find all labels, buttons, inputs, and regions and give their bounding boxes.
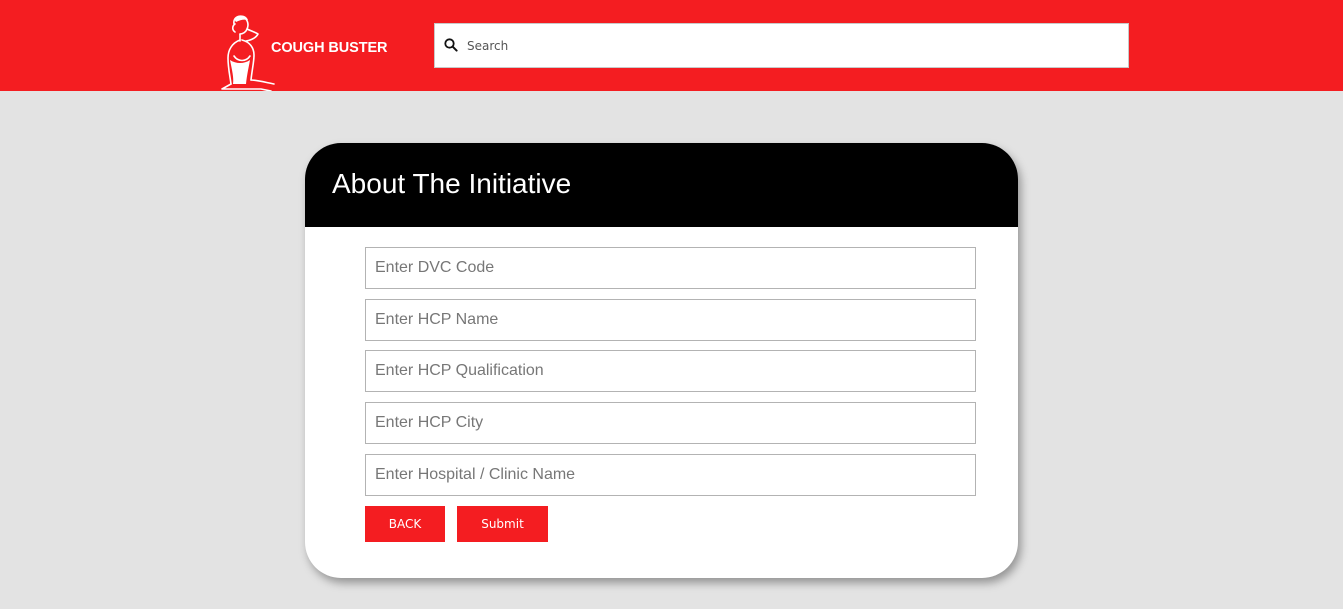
hcp-city-field[interactable] [365, 402, 976, 444]
hcp-qualification-field[interactable] [365, 350, 976, 392]
dvc-code-field[interactable] [365, 247, 976, 289]
brand-logo[interactable]: COUGH BUSTER [216, 14, 396, 91]
back-button[interactable]: BACK [365, 506, 445, 542]
search-bar[interactable] [434, 23, 1129, 68]
hcp-name-field[interactable] [365, 299, 976, 341]
brand-name: COUGH BUSTER [271, 40, 388, 56]
page-title: About The Initiative [332, 168, 572, 199]
submit-button[interactable]: Submit [457, 506, 548, 542]
hospital-clinic-name-field[interactable] [365, 454, 976, 496]
person-coughing-icon [221, 15, 275, 91]
initiative-form-card: About The Initiative BACK Submit [305, 143, 1018, 578]
search-icon[interactable] [444, 38, 458, 52]
card-header: About The Initiative [305, 143, 1018, 227]
search-input[interactable] [467, 24, 1107, 67]
top-bar: COUGH BUSTER [0, 0, 1343, 91]
